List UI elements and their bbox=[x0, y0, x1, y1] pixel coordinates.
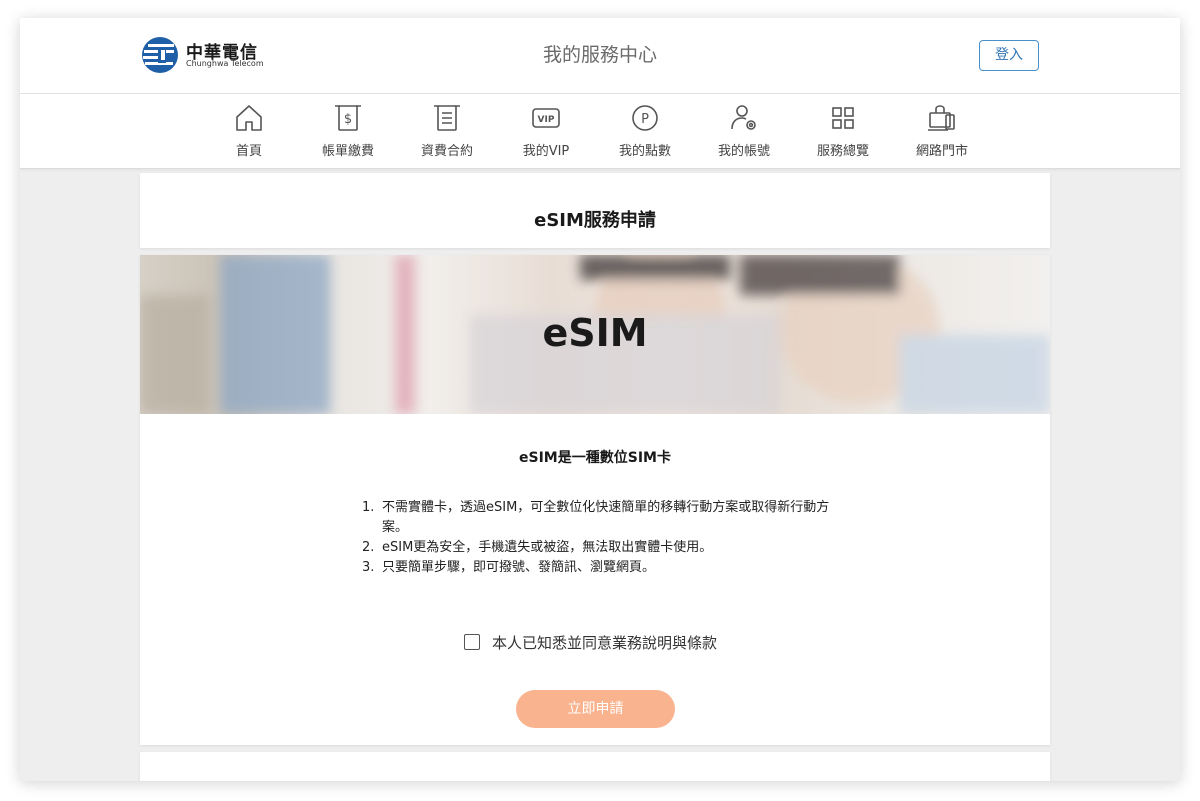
account-icon bbox=[731, 105, 756, 130]
login-button[interactable]: 登入 bbox=[979, 40, 1039, 71]
list-number: 1. bbox=[362, 500, 375, 515]
vip-icon: VIP bbox=[532, 108, 560, 128]
esim-banner: eSIM bbox=[140, 255, 1050, 414]
feature-list: 1. 不需實體卡，透過eSIM，可全數位化快速簡單的移轉行動方案或取得新行動方案… bbox=[362, 498, 842, 578]
nav-label: 我的點數 bbox=[618, 144, 671, 159]
main-nav: 首頁 $ 帳單繳費 資費合約 VIP 我的VIP P 我的點數 我的帳號 服務總… bbox=[20, 94, 1180, 169]
svg-text:P: P bbox=[641, 112, 649, 127]
list-number: 3. bbox=[362, 560, 375, 575]
apply-now-button[interactable]: 立即申請 bbox=[516, 690, 675, 728]
esim-info-card: eSIM eSIM是一種數位SIM卡 1. 不需實體卡，透過eSIM，可全數位化… bbox=[140, 255, 1050, 745]
nav-item-home[interactable]: 首頁 bbox=[209, 102, 289, 159]
points-icon: P bbox=[632, 105, 658, 131]
esim-subtitle: eSIM是一種數位SIM卡 bbox=[519, 450, 671, 466]
terms-label: 本人已知悉並同意業務說明與條款 bbox=[492, 634, 718, 652]
next-section-card bbox=[140, 752, 1050, 781]
nav-label: 服務總覽 bbox=[816, 144, 869, 159]
svg-text:$: $ bbox=[344, 112, 352, 127]
list-item: 1. 不需實體卡，透過eSIM，可全數位化快速簡單的移轉行動方案或取得新行動方案… bbox=[362, 498, 842, 538]
terms-agreement[interactable]: 本人已知悉並同意業務說明與條款 bbox=[464, 632, 717, 654]
contract-icon bbox=[434, 105, 460, 131]
list-text: 只要簡單步驟，即可撥號、發簡訊、瀏覽網頁。 bbox=[382, 560, 656, 575]
nav-label: 資費合約 bbox=[420, 144, 473, 159]
online-store-icon bbox=[928, 105, 955, 131]
nav-item-bill[interactable]: $ 帳單繳費 bbox=[308, 102, 388, 159]
nav-label: 網路門市 bbox=[915, 144, 968, 159]
nav-label: 我的VIP bbox=[522, 144, 570, 159]
list-number: 2. bbox=[362, 540, 375, 555]
nav-item-services[interactable]: 服務總覽 bbox=[803, 102, 883, 159]
svg-text:VIP: VIP bbox=[538, 115, 555, 125]
page-title-card: eSIM服務申請 bbox=[140, 173, 1050, 248]
list-item: 3. 只要簡單步驟，即可撥號、發簡訊、瀏覽網頁。 bbox=[362, 558, 842, 578]
nav-item-account[interactable]: 我的帳號 bbox=[704, 102, 784, 159]
terms-checkbox[interactable] bbox=[464, 634, 480, 650]
nav-label: 帳單繳費 bbox=[321, 144, 374, 159]
nav-item-contract[interactable]: 資費合約 bbox=[407, 102, 487, 159]
list-item: 2. eSIM更為安全，手機遺失或被盜，無法取出實體卡使用。 bbox=[362, 538, 842, 558]
services-grid-icon bbox=[832, 107, 854, 129]
nav-item-vip[interactable]: VIP 我的VIP bbox=[506, 102, 586, 159]
nav-label: 我的帳號 bbox=[717, 144, 770, 159]
page-title: eSIM服務申請 bbox=[534, 210, 656, 231]
browser-window: 中華電信 Chunghwa Telecom 我的服務中心 登入 首頁 $ 帳單繳… bbox=[20, 18, 1180, 781]
bill-icon: $ bbox=[335, 105, 361, 131]
home-icon bbox=[236, 105, 262, 131]
list-text: eSIM更為安全，手機遺失或被盜，無法取出實體卡使用。 bbox=[382, 540, 713, 555]
nav-label: 首頁 bbox=[235, 144, 262, 159]
top-header: 中華電信 Chunghwa Telecom 我的服務中心 登入 bbox=[20, 18, 1180, 94]
banner-heading: eSIM bbox=[542, 311, 648, 355]
nav-item-store[interactable]: 網路門市 bbox=[902, 102, 982, 159]
list-text: 不需實體卡，透過eSIM，可全數位化快速簡單的移轉行動方案或取得新行動方案。 bbox=[382, 500, 830, 535]
nav-item-points[interactable]: P 我的點數 bbox=[605, 102, 685, 159]
